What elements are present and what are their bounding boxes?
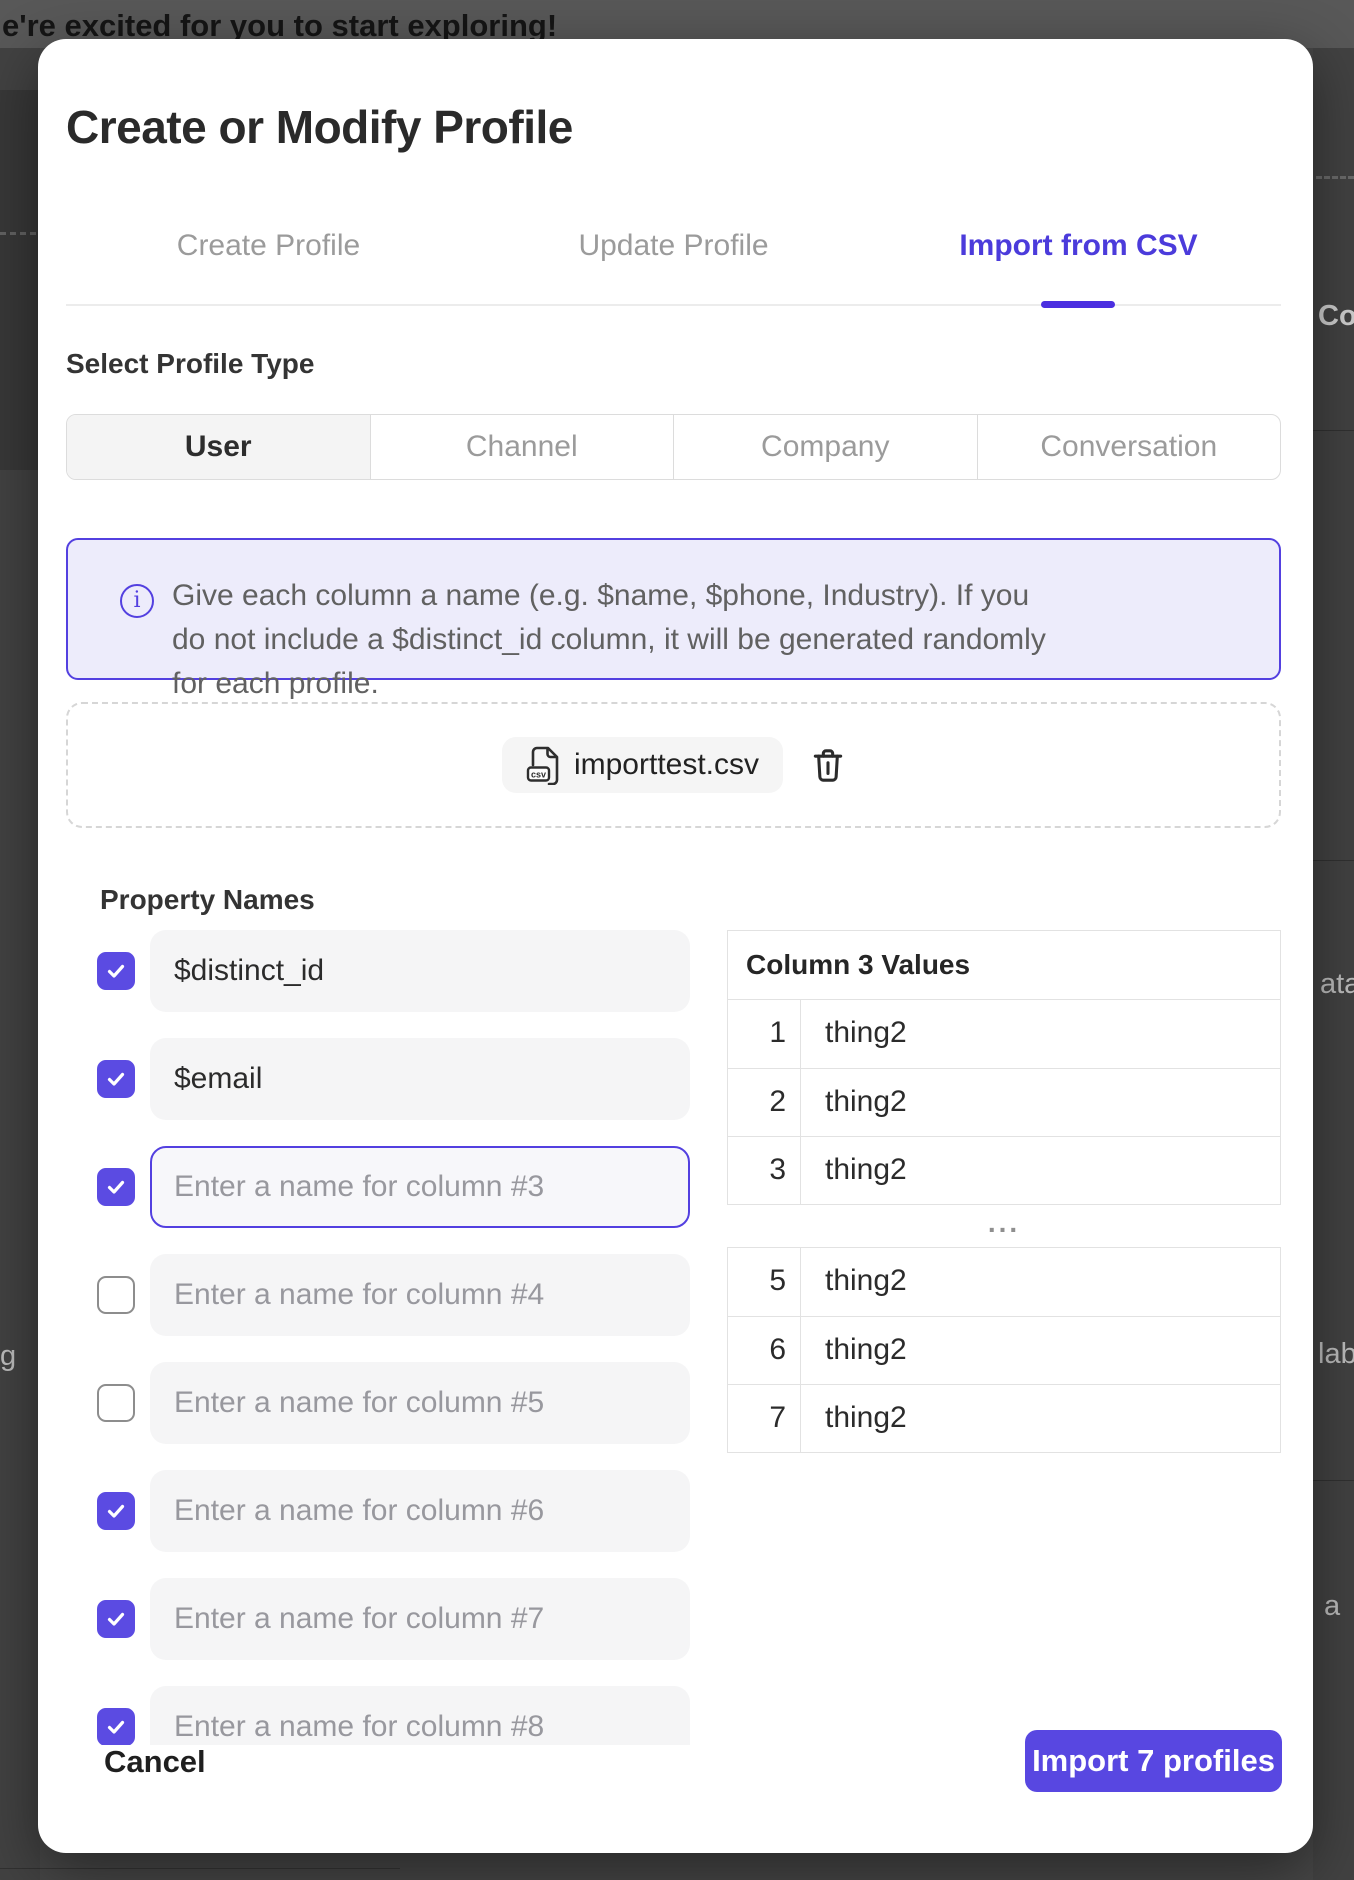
tab-update-profile[interactable]: Update Profile xyxy=(471,217,876,275)
uploaded-file-name: importtest.csv xyxy=(574,748,759,782)
uploaded-file-chip: csv importtest.csv xyxy=(502,737,783,793)
table-row: 7 thing2 xyxy=(728,1384,1280,1452)
property-name-input-2[interactable] xyxy=(150,1038,690,1120)
profile-type-channel[interactable]: Channel xyxy=(371,415,675,479)
property-name-input-1[interactable] xyxy=(150,930,690,1012)
background-text-fragment: Col xyxy=(1318,300,1354,333)
property-row xyxy=(97,1146,697,1228)
row-value: thing2 xyxy=(801,1248,1280,1316)
cancel-button[interactable]: Cancel xyxy=(104,1744,206,1780)
property-name-input-6[interactable] xyxy=(150,1470,690,1552)
profile-type-conversation[interactable]: Conversation xyxy=(978,415,1281,479)
property-name-input-7[interactable] xyxy=(150,1578,690,1660)
checkbox-column-2[interactable] xyxy=(97,1060,135,1098)
property-names-label: Property Names xyxy=(100,884,315,916)
csv-dropzone[interactable]: csv importtest.csv xyxy=(66,702,1281,828)
background-decoration xyxy=(0,232,36,235)
background-text-fragment: g xyxy=(0,1340,16,1373)
property-name-input-3[interactable] xyxy=(150,1146,690,1228)
property-row xyxy=(97,1578,697,1660)
tab-import-from-csv[interactable]: Import from CSV xyxy=(876,217,1281,275)
background-sidebar-block xyxy=(0,90,40,470)
column-values-preview-table: Column 3 Values 1 thing2 2 thing2 3 thin… xyxy=(727,930,1281,1453)
info-callout-text: Give each column a name (e.g. $name, $ph… xyxy=(172,574,1062,706)
row-index: 5 xyxy=(728,1248,801,1316)
dialog-title: Create or Modify Profile xyxy=(66,100,573,154)
select-profile-type-label: Select Profile Type xyxy=(66,348,314,380)
rows-ellipsis: ... xyxy=(727,1205,1281,1247)
property-names-list xyxy=(97,930,697,1745)
checkbox-column-8[interactable] xyxy=(97,1708,135,1745)
property-row xyxy=(97,1038,697,1120)
property-row xyxy=(97,1686,697,1745)
svg-text:csv: csv xyxy=(531,770,546,780)
trash-icon[interactable] xyxy=(811,746,845,784)
values-table-top-block: 1 thing2 2 thing2 3 thing2 xyxy=(727,1000,1281,1205)
checkbox-column-6[interactable] xyxy=(97,1492,135,1530)
row-index: 3 xyxy=(728,1137,801,1204)
row-index: 7 xyxy=(728,1385,801,1452)
property-name-input-4[interactable] xyxy=(150,1254,690,1336)
property-name-input-8[interactable] xyxy=(150,1686,690,1745)
row-index: 1 xyxy=(728,1000,801,1068)
dialog-tabs: Create Profile Update Profile Import fro… xyxy=(66,217,1281,275)
row-value: thing2 xyxy=(801,1069,1280,1136)
background-row-line xyxy=(1313,860,1354,861)
csv-file-icon: csv xyxy=(526,745,560,785)
table-row: 2 thing2 xyxy=(728,1068,1280,1136)
property-name-input-5[interactable] xyxy=(150,1362,690,1444)
active-tab-underline xyxy=(1041,301,1115,308)
row-index: 6 xyxy=(728,1317,801,1384)
tab-create-profile[interactable]: Create Profile xyxy=(66,217,471,275)
table-row: 5 thing2 xyxy=(728,1248,1280,1316)
checkbox-column-3[interactable] xyxy=(97,1168,135,1206)
background-row-line xyxy=(0,1868,400,1869)
row-value: thing2 xyxy=(801,1317,1280,1384)
checkbox-column-7[interactable] xyxy=(97,1600,135,1638)
row-value: thing2 xyxy=(801,1385,1280,1452)
table-row: 1 thing2 xyxy=(728,1000,1280,1068)
import-profiles-button[interactable]: Import 7 profiles xyxy=(1025,1730,1282,1792)
property-row xyxy=(97,1362,697,1444)
values-table-header: Column 3 Values xyxy=(727,930,1281,1000)
checkbox-column-4[interactable] xyxy=(97,1276,135,1314)
row-index: 2 xyxy=(728,1069,801,1136)
profile-type-company[interactable]: Company xyxy=(674,415,978,479)
background-row-line xyxy=(1313,430,1354,431)
background-text-fragment: a xyxy=(1324,1590,1340,1623)
row-value: thing2 xyxy=(801,1000,1280,1068)
profile-type-segmented-control: User Channel Company Conversation xyxy=(66,414,1281,480)
property-row xyxy=(97,1254,697,1336)
checkbox-column-1[interactable] xyxy=(97,952,135,990)
row-value: thing2 xyxy=(801,1137,1280,1204)
property-row xyxy=(97,1470,697,1552)
values-table-bottom-block: 5 thing2 6 thing2 7 thing2 xyxy=(727,1247,1281,1453)
table-row: 6 thing2 xyxy=(728,1316,1280,1384)
info-icon: i xyxy=(120,584,154,618)
profile-type-user[interactable]: User xyxy=(67,415,371,479)
info-callout: i Give each column a name (e.g. $name, $… xyxy=(66,538,1281,680)
background-text-fragment: lab xyxy=(1318,1338,1354,1371)
background-text-fragment: ata xyxy=(1320,968,1354,1001)
checkbox-column-5[interactable] xyxy=(97,1384,135,1422)
create-or-modify-profile-dialog: Create or Modify Profile Create Profile … xyxy=(38,39,1313,1853)
background-row-line xyxy=(1313,1480,1354,1481)
table-row: 3 thing2 xyxy=(728,1136,1280,1204)
background-decoration xyxy=(1316,176,1354,179)
property-row xyxy=(97,930,697,1012)
